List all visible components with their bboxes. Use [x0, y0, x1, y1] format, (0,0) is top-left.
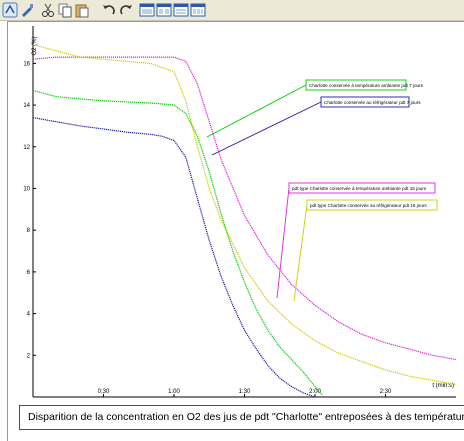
annotation-leader — [206, 84, 307, 138]
y-tick-label: 8 — [27, 228, 31, 234]
y-tick-label: 16 — [23, 61, 30, 67]
x-tick-label: 1:00 — [168, 389, 180, 395]
x-tick-label: 1:30 — [239, 389, 251, 395]
y-tick-label: 6 — [27, 270, 31, 276]
series-line-2 — [32, 117, 316, 398]
annotation-leader — [211, 101, 322, 156]
chart-caption: Disparition de la concentration en O2 de… — [19, 405, 464, 430]
y-tick-label: 2 — [27, 353, 31, 359]
x-tick-label: 0:30 — [98, 389, 110, 395]
y-tick-label: 14 — [23, 103, 30, 109]
annotation-text: Charlotte conservée au réfrigérateur pdt… — [324, 100, 421, 105]
annotation-text: pdt type Charlotte conservée au réfrigér… — [310, 203, 427, 208]
y-tick-label: 4 — [27, 312, 31, 318]
x-tick-label: 2:30 — [380, 389, 392, 395]
x-tick-label: 2:00 — [309, 389, 321, 395]
annotation-text: pdt type Charlotte conservée à températu… — [292, 186, 427, 191]
y-tick-label: 10 — [23, 186, 30, 192]
series-line-1 — [32, 89, 323, 396]
annotation-leader — [293, 204, 308, 302]
annotation-text: Charlotte conservée à température ambian… — [309, 83, 424, 88]
y-tick-label: 12 — [23, 145, 30, 151]
o2-chart: 2468101214160:30 1:00 1:30 2:00 2:30O2 (%)t … — [23, 26, 457, 398]
annotation-leader — [276, 187, 290, 299]
